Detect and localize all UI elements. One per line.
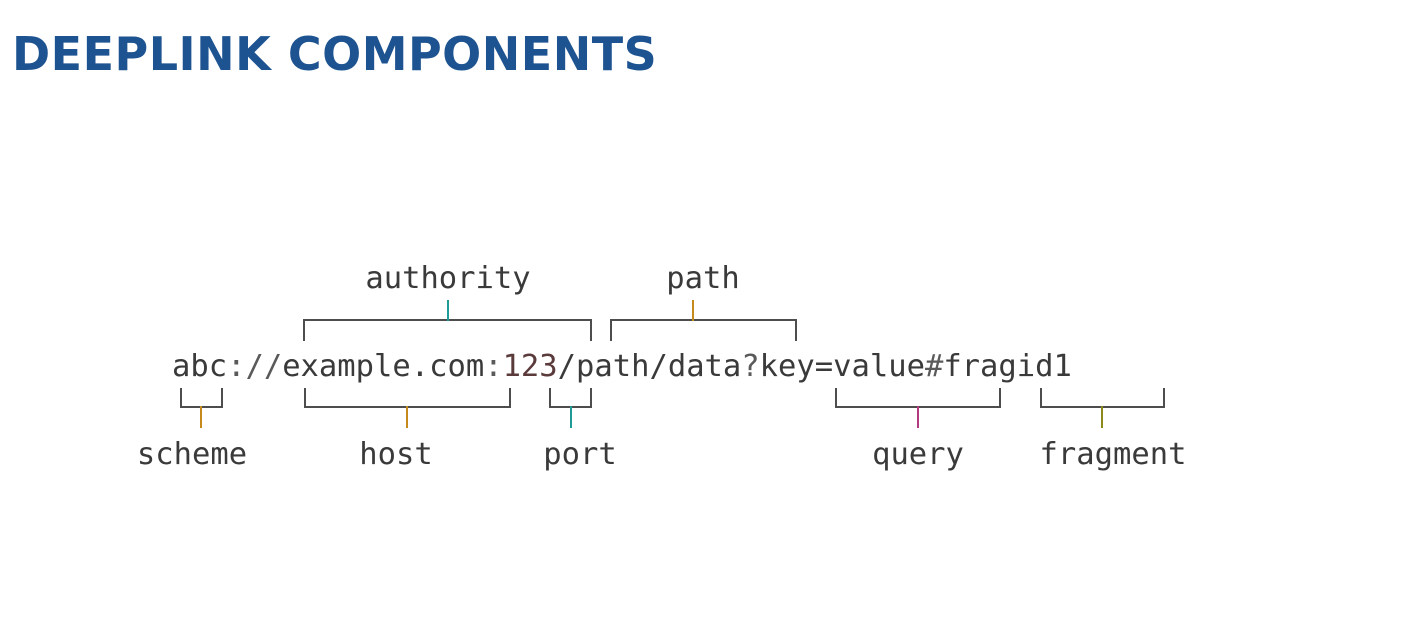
- url-scheme: abc: [172, 349, 227, 384]
- label-fragment: fragment: [1040, 437, 1187, 472]
- scheme-bracket: [180, 388, 223, 428]
- label-authority: authority: [365, 261, 530, 296]
- authority-bracket-line: [303, 319, 592, 341]
- url-fragment-separator: #: [925, 349, 944, 384]
- deeplink-diagram: authority path abc://example.com:123/pat…: [137, 261, 1187, 472]
- path-bracket: [610, 300, 797, 341]
- authority-bracket: [303, 300, 592, 341]
- url-scheme-separator: ://: [227, 349, 282, 384]
- host-bracket-line: [304, 388, 511, 408]
- path-bracket-line: [610, 319, 797, 341]
- label-scheme: scheme: [137, 437, 247, 472]
- url-port: 123: [503, 349, 558, 384]
- url-line: abc://example.com:123/path/data?key=valu…: [172, 349, 1072, 384]
- url-query: key=value: [760, 349, 925, 384]
- label-query: query: [872, 437, 964, 472]
- fragment-bracket: [1040, 388, 1165, 428]
- label-port: port: [543, 437, 616, 472]
- url-fragment: fragid1: [943, 349, 1072, 384]
- label-path: path: [666, 261, 739, 296]
- url-port-separator: :: [484, 349, 502, 384]
- fragment-bracket-line: [1040, 388, 1165, 408]
- slide: DEEPLINK COMPONENTS authority path abc:/…: [0, 0, 1404, 630]
- url-query-separator: ?: [741, 349, 759, 384]
- scheme-bracket-line: [180, 388, 223, 408]
- port-bracket-line: [549, 388, 592, 408]
- query-bracket-line: [835, 388, 1001, 408]
- query-bracket: [835, 388, 1001, 428]
- label-host: host: [359, 437, 432, 472]
- port-bracket: [549, 388, 592, 428]
- url-host: example.com: [282, 349, 484, 384]
- host-bracket: [304, 388, 511, 428]
- url-path: /path/data: [558, 349, 742, 384]
